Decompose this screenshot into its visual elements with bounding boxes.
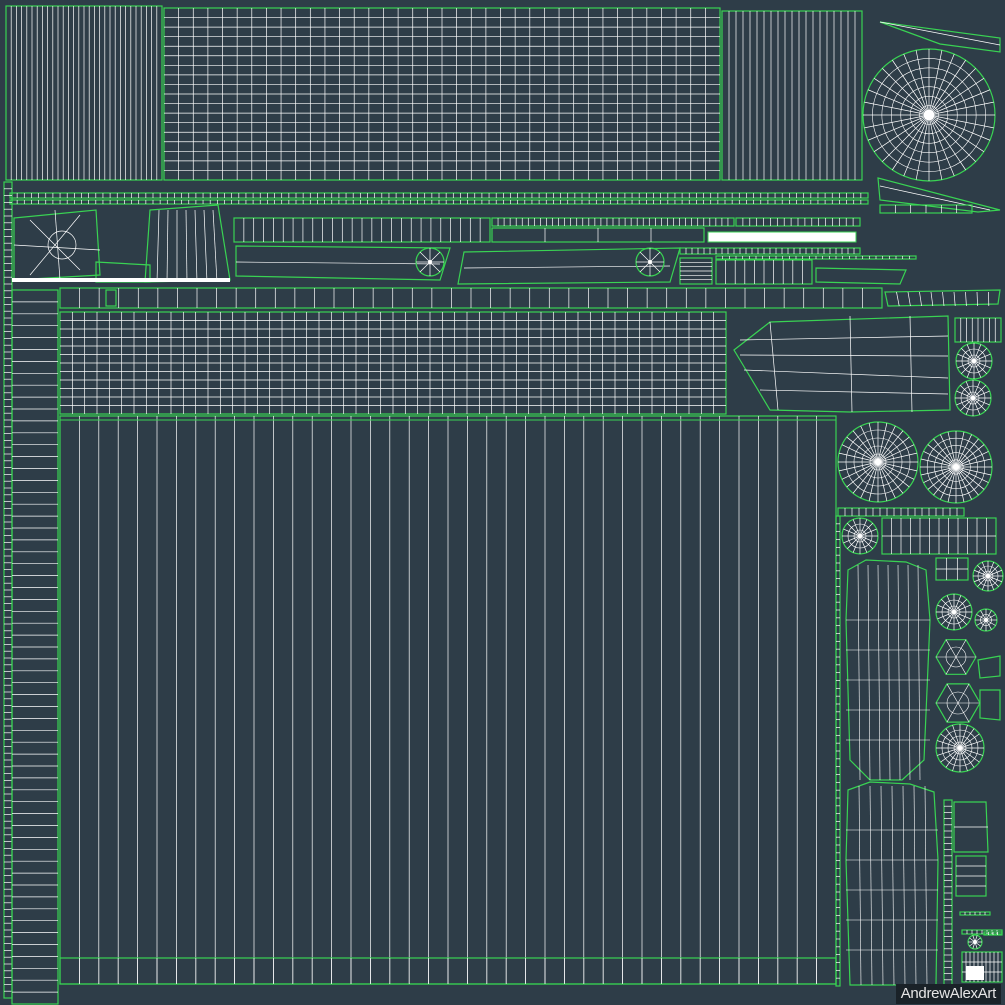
uv-island-white-bar-left xyxy=(12,278,230,282)
texture-background xyxy=(0,0,1005,1005)
uv-layout-canvas xyxy=(0,0,1005,1005)
uv-island-white-bar-mid xyxy=(707,231,857,243)
uv-island-br-white xyxy=(966,966,984,980)
watermark-label: AndrewAlexArt xyxy=(895,984,1001,1004)
